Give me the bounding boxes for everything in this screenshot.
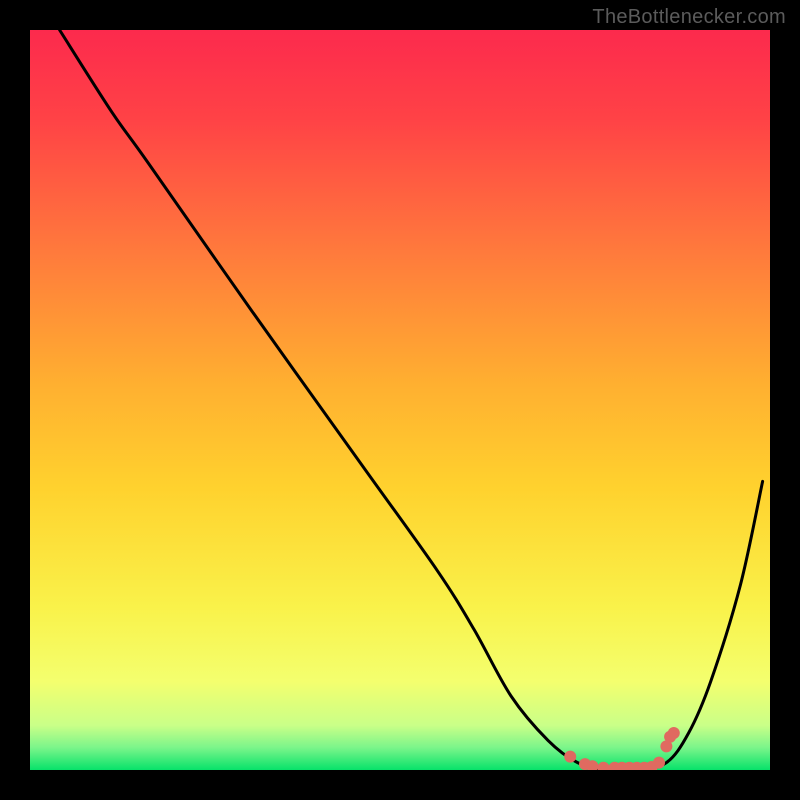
highlight-dot [653, 757, 665, 769]
chart-frame: TheBottlenecker.com [0, 0, 800, 800]
chart-svg [30, 30, 770, 770]
watermark-text: TheBottlenecker.com [592, 6, 786, 29]
highlight-dot [564, 751, 576, 763]
highlight-dot [668, 727, 680, 739]
gradient-background [30, 30, 770, 770]
plot-area [30, 30, 770, 770]
